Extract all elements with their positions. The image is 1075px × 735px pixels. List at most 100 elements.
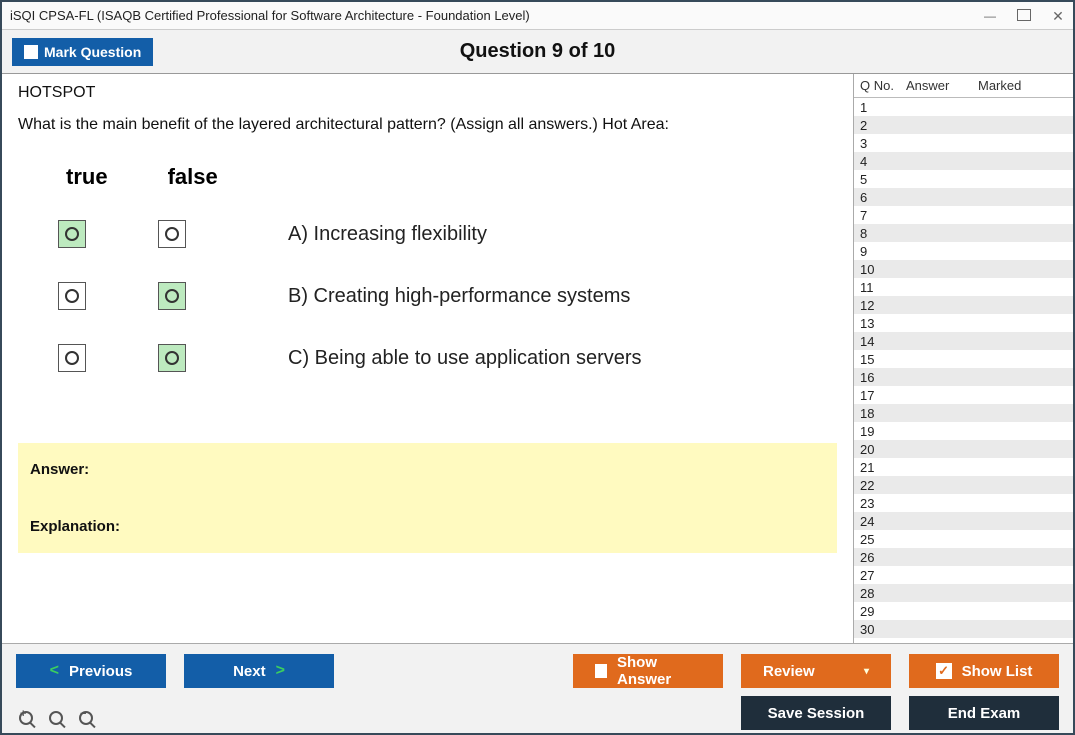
checkbox-icon [595, 664, 607, 678]
qlist-row-number: 4 [860, 154, 906, 169]
review-button[interactable]: Review ▾ [741, 654, 891, 688]
col-true-header: true [66, 164, 108, 190]
qlist-row[interactable]: 24 [854, 512, 1073, 530]
end-exam-button[interactable]: End Exam [909, 696, 1059, 730]
option-a-true-radio[interactable] [58, 220, 86, 248]
qlist-row-number: 15 [860, 352, 906, 367]
option-c-label: C) Being able to use application servers [288, 347, 642, 370]
option-row-b: B) Creating high-performance systems [58, 282, 837, 310]
qlist-row[interactable]: 28 [854, 584, 1073, 602]
footer-button-row-2: + − Save Session End Exam [16, 696, 1059, 730]
qlist-row[interactable]: 27 [854, 566, 1073, 584]
qlist-row[interactable]: 10 [854, 260, 1073, 278]
show-list-button[interactable]: ✓ Show List [909, 654, 1059, 688]
minimize-icon[interactable] [983, 10, 997, 22]
qlist-row-number: 18 [860, 406, 906, 421]
qlist-row[interactable]: 23 [854, 494, 1073, 512]
qlist-row-number: 8 [860, 226, 906, 241]
mark-question-button[interactable]: Mark Question [12, 38, 153, 66]
dropdown-caret-icon: ▾ [864, 666, 869, 677]
qlist-row[interactable]: 25 [854, 530, 1073, 548]
qlist-row[interactable]: 15 [854, 350, 1073, 368]
qlist-row[interactable]: 12 [854, 296, 1073, 314]
zoom-out-icon[interactable]: − [76, 708, 96, 728]
qlist-row[interactable]: 18 [854, 404, 1073, 422]
qlist-row[interactable]: 14 [854, 332, 1073, 350]
qlist-row[interactable]: 7 [854, 206, 1073, 224]
option-row-a: A) Increasing flexibility [58, 220, 837, 248]
save-session-button[interactable]: Save Session [741, 696, 891, 730]
qlist-row[interactable]: 13 [854, 314, 1073, 332]
option-c-true-radio[interactable] [58, 344, 86, 372]
qlist-row-number: 6 [860, 190, 906, 205]
options-area: true false A) Increasing flexibility [58, 164, 837, 406]
header-bar: Mark Question Question 9 of 10 [2, 30, 1073, 74]
zoom-reset-icon[interactable] [46, 708, 66, 728]
qlist-row-number: 17 [860, 388, 906, 403]
zoom-in-icon[interactable]: + [16, 708, 36, 728]
qlist-row-number: 14 [860, 334, 906, 349]
qlist-row-number: 25 [860, 532, 906, 547]
qlist-row-number: 28 [860, 586, 906, 601]
question-content: HOTSPOT What is the main benefit of the … [2, 74, 853, 643]
options-header: true false [66, 164, 837, 190]
qlist-row-number: 22 [860, 478, 906, 493]
next-button[interactable]: Next > [184, 654, 334, 688]
qlist-row[interactable]: 5 [854, 170, 1073, 188]
qlist-row[interactable]: 16 [854, 368, 1073, 386]
qlist-row[interactable]: 3 [854, 134, 1073, 152]
qlist-row-number: 23 [860, 496, 906, 511]
qlist-row[interactable]: 19 [854, 422, 1073, 440]
qlist-row-number: 24 [860, 514, 906, 529]
qlist-row-number: 5 [860, 172, 906, 187]
qlist-row-number: 12 [860, 298, 906, 313]
show-answer-button[interactable]: Show Answer [573, 654, 723, 688]
qlist-row-number: 9 [860, 244, 906, 259]
qlist-row[interactable]: 11 [854, 278, 1073, 296]
qlist-row[interactable]: 8 [854, 224, 1073, 242]
show-answer-label: Show Answer [617, 654, 701, 688]
answer-explanation-box: Answer: Explanation: [18, 443, 837, 553]
previous-button[interactable]: < Previous [16, 654, 166, 688]
qlist-row[interactable]: 26 [854, 548, 1073, 566]
qlist-row[interactable]: 20 [854, 440, 1073, 458]
maximize-icon[interactable] [1017, 9, 1031, 23]
qlist-row-number: 26 [860, 550, 906, 565]
qlist-row[interactable]: 4 [854, 152, 1073, 170]
chevron-right-icon: > [276, 662, 285, 680]
checkbox-icon [24, 45, 38, 59]
qlist-row[interactable]: 30 [854, 620, 1073, 638]
qlist-row[interactable]: 2 [854, 116, 1073, 134]
titlebar: iSQI CPSA-FL (ISAQB Certified Profession… [2, 2, 1073, 30]
qlist-row-number: 30 [860, 622, 906, 637]
qlist-row-number: 20 [860, 442, 906, 457]
qlist-row-number: 13 [860, 316, 906, 331]
option-b-true-radio[interactable] [58, 282, 86, 310]
chevron-left-icon: < [50, 662, 59, 680]
end-exam-label: End Exam [948, 705, 1021, 722]
question-counter: Question 9 of 10 [2, 40, 1073, 63]
hotspot-label: HOTSPOT [18, 84, 837, 102]
qlist-row[interactable]: 29 [854, 602, 1073, 620]
qlist-header-marked: Marked [978, 78, 1067, 93]
qlist-row[interactable]: 9 [854, 242, 1073, 260]
qlist-row[interactable]: 17 [854, 386, 1073, 404]
qlist-row[interactable]: 6 [854, 188, 1073, 206]
option-a-false-radio[interactable] [158, 220, 186, 248]
option-b-false-radio[interactable] [158, 282, 186, 310]
close-icon[interactable] [1051, 9, 1065, 23]
option-c-false-radio[interactable] [158, 344, 186, 372]
app-window: iSQI CPSA-FL (ISAQB Certified Profession… [0, 0, 1075, 735]
question-list-panel: Q No. Answer Marked 12345678910111213141… [853, 74, 1073, 643]
qlist-row-number: 16 [860, 370, 906, 385]
review-label: Review [763, 663, 815, 680]
footer: < Previous Next > Show Answer Review ▾ ✓… [2, 643, 1073, 733]
mark-question-label: Mark Question [44, 44, 141, 60]
question-list-body[interactable]: 1234567891011121314151617181920212223242… [854, 98, 1073, 643]
qlist-row[interactable]: 1 [854, 98, 1073, 116]
qlist-row-number: 10 [860, 262, 906, 277]
qlist-row[interactable]: 21 [854, 458, 1073, 476]
window-controls [983, 9, 1065, 23]
qlist-row-number: 29 [860, 604, 906, 619]
qlist-row[interactable]: 22 [854, 476, 1073, 494]
